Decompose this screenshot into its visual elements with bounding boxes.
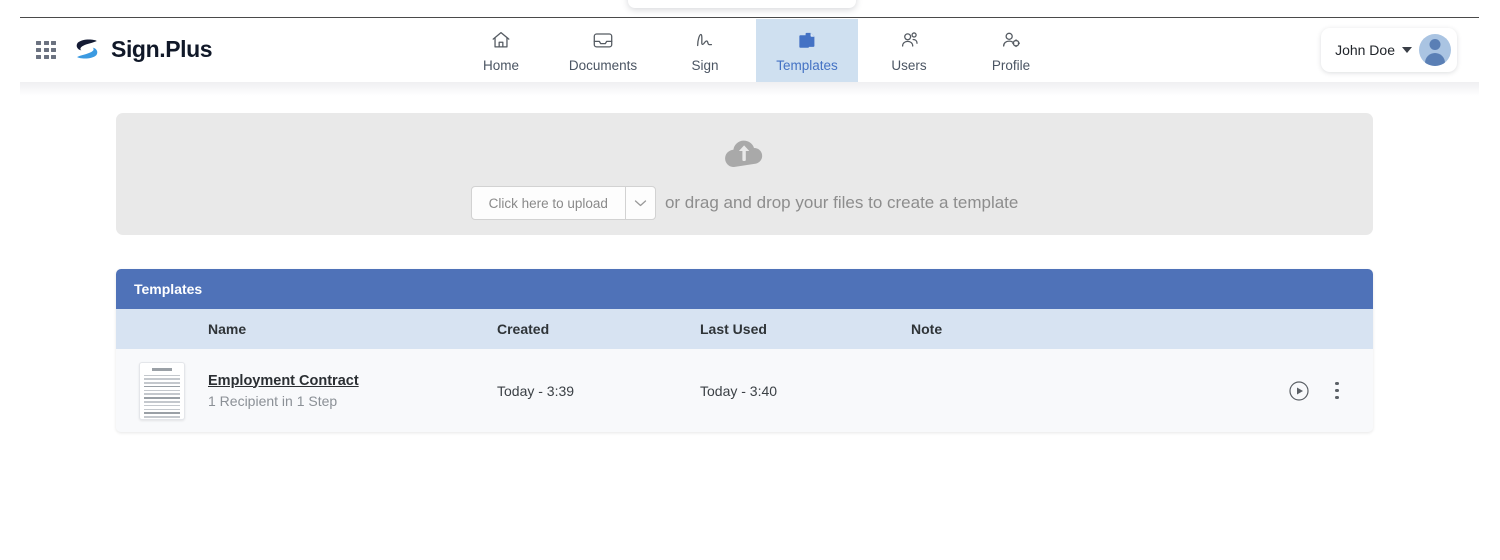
template-created: Today - 3:39 [497, 383, 700, 399]
col-header-created: Created [497, 321, 700, 337]
nav-item-templates[interactable]: Templates [756, 19, 858, 82]
main-nav: Home Documents Sign [450, 19, 1062, 82]
templates-table-header: Name Created Last Used Note [116, 309, 1373, 349]
profile-menu[interactable]: John Doe [1321, 28, 1457, 72]
col-header-note: Note [911, 321, 1241, 337]
templates-icon [796, 27, 819, 53]
more-vertical-icon[interactable] [1328, 380, 1346, 402]
nav-label-users: Users [891, 56, 926, 76]
templates-card-title: Templates [116, 269, 1373, 309]
nav-item-sign[interactable]: Sign [654, 19, 756, 82]
profile-name: John Doe [1335, 42, 1395, 58]
nav-item-home[interactable]: Home [450, 19, 552, 82]
dropzone-hint: or drag and drop your files to create a … [665, 193, 1018, 213]
nav-label-documents: Documents [569, 56, 637, 76]
templates-icon-svg [796, 29, 819, 52]
template-last-used: Today - 3:40 [700, 383, 911, 399]
chevron-down-icon [1402, 47, 1412, 53]
templates-card: Templates Name Created Last Used Note [116, 269, 1373, 432]
home-icon [490, 27, 512, 53]
upload-dropdown-toggle[interactable] [625, 187, 655, 219]
users-icon [897, 27, 922, 53]
play-circle-icon[interactable] [1288, 380, 1310, 402]
inbox-icon [591, 27, 615, 53]
template-name-cell: Employment Contract 1 Recipient in 1 Ste… [208, 373, 497, 409]
upload-button[interactable]: Click here to upload [472, 187, 625, 219]
template-thumbnail[interactable] [116, 362, 208, 420]
app-root: Sign.Plus Home Documents [0, 0, 1500, 560]
nav-item-users[interactable]: Users [858, 19, 960, 82]
template-name-link[interactable]: Employment Contract [208, 373, 497, 389]
template-recipients-label: 1 Recipient in 1 Step [208, 393, 497, 409]
table-row[interactable]: Employment Contract 1 Recipient in 1 Ste… [116, 349, 1373, 432]
nav-label-profile: Profile [992, 56, 1030, 76]
template-row-actions [1241, 380, 1373, 402]
nav-item-documents[interactable]: Documents [552, 19, 654, 82]
nav-label-home: Home [483, 56, 519, 76]
document-thumbnail [139, 362, 185, 420]
signplus-logo-icon [72, 34, 102, 64]
col-header-last-used: Last Used [700, 321, 911, 337]
apps-grid-icon[interactable] [36, 41, 56, 59]
profile-gear-icon [999, 27, 1023, 53]
page-body: Click here to upload or drag and drop yo… [20, 82, 1479, 560]
upload-button-group[interactable]: Click here to upload [471, 186, 656, 220]
brand-logo[interactable]: Sign.Plus [72, 34, 212, 64]
nav-item-profile[interactable]: Profile [960, 19, 1062, 82]
signature-icon [692, 27, 718, 53]
chevron-down-icon [634, 199, 647, 207]
app-header: Sign.Plus Home Documents [20, 18, 1479, 82]
brand-name: Sign.Plus [111, 34, 212, 64]
col-header-name: Name [208, 321, 497, 337]
dropzone-controls: Click here to upload or drag and drop yo… [116, 186, 1373, 220]
nav-label-sign: Sign [691, 56, 718, 76]
floating-popup-partial [628, 0, 856, 8]
avatar [1419, 34, 1451, 66]
cloud-upload-icon [721, 136, 769, 175]
upload-dropzone[interactable]: Click here to upload or drag and drop yo… [116, 113, 1373, 235]
page-top-shadow [20, 82, 1479, 96]
nav-label-templates: Templates [776, 56, 838, 76]
